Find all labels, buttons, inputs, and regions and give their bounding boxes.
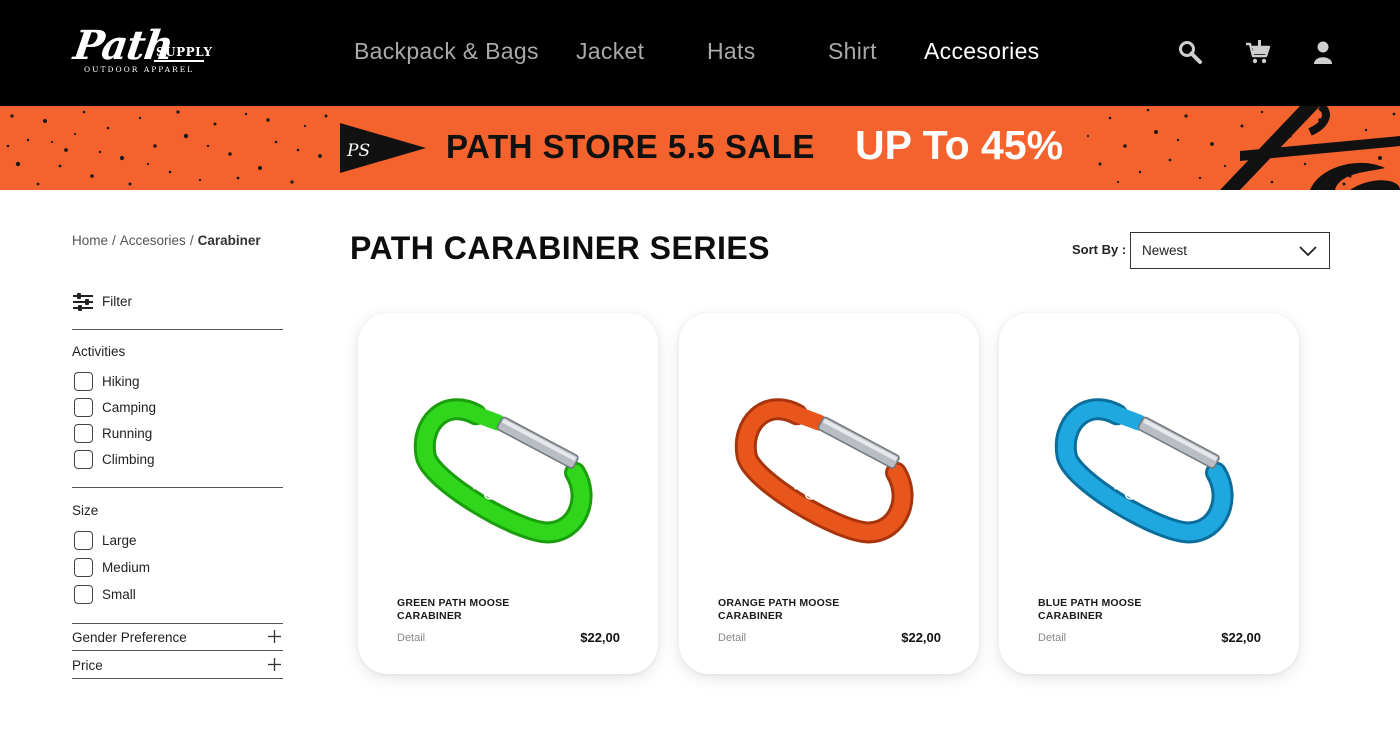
page-title: PATH CARABINER SERIES [350, 230, 771, 266]
activities-title: Activities [72, 344, 126, 359]
site-header: Path SUPPLY OUTDOOR APPAREL Backpack & B… [0, 0, 1400, 106]
gender-preference-expander[interactable]: Gender Preference [72, 626, 283, 648]
nav-item-jacket[interactable]: Jacket [576, 38, 644, 65]
checkbox-box[interactable] [74, 372, 93, 391]
checkbox-box[interactable] [74, 585, 93, 604]
checkbox-box[interactable] [74, 424, 93, 443]
checkbox-running[interactable]: Running [74, 424, 274, 444]
divider [72, 678, 283, 679]
brand-logo[interactable]: Path SUPPLY OUTDOOR APPAREL [71, 22, 213, 82]
breadcrumb: Home / Accesories / Carabiner [72, 233, 261, 248]
filter-toggle[interactable]: Filter [72, 292, 282, 312]
product-detail-link[interactable]: Detail [1038, 632, 1066, 644]
breadcrumb-home[interactable]: Home [72, 233, 108, 248]
pennant-icon: PS [340, 123, 426, 173]
product-card[interactable]: ORANGE PATH MOOSE CARABINER Detail $22,0… [679, 313, 979, 674]
checkbox-box[interactable] [74, 531, 93, 550]
checkbox-label: Small [102, 587, 136, 602]
product-name[interactable]: BLUE PATH MOOSE CARABINER [1038, 597, 1188, 623]
nav-item-backpack-bags[interactable]: Backpack & Bags [354, 38, 539, 65]
plus-icon[interactable] [268, 658, 281, 671]
checkbox-small[interactable]: Small [74, 585, 274, 605]
product-price: $22,00 [1221, 630, 1261, 645]
logo-supply: SUPPLY [156, 45, 213, 59]
breadcrumb-current: Carabiner [197, 233, 261, 248]
checkbox-label: Medium [102, 560, 151, 575]
checkbox-large[interactable]: Large [74, 531, 274, 551]
checkbox-camping[interactable]: Camping [74, 398, 274, 418]
sale-banner[interactable]: PS PATH STORE 5.5 SALE UP To 45% [0, 106, 1400, 190]
breadcrumb-accesories[interactable]: Accesories [120, 233, 186, 248]
product-detail-link[interactable]: Detail [397, 632, 425, 644]
nav-item-hats[interactable]: Hats [707, 38, 756, 65]
breadcrumb-separator: / [112, 233, 116, 248]
nav-item-shirt[interactable]: Shirt [828, 38, 877, 65]
checkbox-box[interactable] [74, 450, 93, 469]
nav-item-accesories[interactable]: Accesories [924, 38, 1039, 65]
filter-sliders-icon [73, 293, 93, 311]
divider [72, 487, 283, 488]
cart-icon[interactable] [1245, 40, 1271, 66]
size-title: Size [72, 503, 99, 518]
checkbox-label: Large [102, 533, 137, 548]
logo-tagline: OUTDOOR APPAREL [84, 65, 195, 74]
checkbox-label: Camping [102, 400, 157, 415]
product-name[interactable]: ORANGE PATH MOOSE CARABINER [718, 597, 868, 623]
banner-sale-text: PATH STORE 5.5 SALE [446, 128, 815, 165]
product-card[interactable]: GREEN PATH MOOSE CARABINER Detail $22,00 [358, 313, 658, 674]
pennant-text: PS [346, 141, 370, 161]
chevron-down-icon [1299, 246, 1317, 257]
filter-label: Filter [102, 294, 132, 309]
plus-icon[interactable] [268, 630, 281, 643]
divider [72, 650, 283, 651]
gender-preference-label: Gender Preference [72, 630, 187, 645]
checkbox-box[interactable] [74, 398, 93, 417]
product-name[interactable]: GREEN PATH MOOSE CARABINER [397, 597, 547, 623]
checkbox-medium[interactable]: Medium [74, 558, 274, 578]
divider [72, 329, 283, 330]
product-detail-link[interactable]: Detail [718, 632, 746, 644]
product-card[interactable]: BLUE PATH MOOSE CARABINER Detail $22,00 [999, 313, 1299, 674]
checkbox-label: Climbing [102, 452, 155, 467]
user-icon[interactable] [1310, 40, 1336, 66]
checkbox-box[interactable] [74, 558, 93, 577]
product-price: $22,00 [901, 630, 941, 645]
logo-underline [154, 60, 204, 62]
divider [72, 623, 283, 624]
search-icon[interactable] [1178, 40, 1204, 66]
checkbox-label: Running [102, 426, 153, 441]
brand-mark-graphic [1220, 106, 1400, 190]
checkbox-label: Hiking [102, 374, 140, 389]
checkbox-hiking[interactable]: Hiking [74, 372, 274, 392]
breadcrumb-separator: / [189, 233, 194, 248]
sort-value: Newest [1142, 243, 1188, 258]
banner-discount-text: UP To 45% [855, 122, 1064, 168]
blue-carabiner-image[interactable] [1039, 381, 1259, 561]
orange-carabiner-image[interactable] [719, 381, 939, 561]
checkbox-climbing[interactable]: Climbing [74, 450, 274, 470]
product-price: $22,00 [580, 630, 620, 645]
green-carabiner-image[interactable] [398, 381, 618, 561]
price-label: Price [72, 658, 103, 673]
sort-label: Sort By : [1072, 242, 1127, 257]
price-expander[interactable]: Price [72, 654, 283, 676]
sort-dropdown[interactable]: Newest [1130, 232, 1330, 269]
